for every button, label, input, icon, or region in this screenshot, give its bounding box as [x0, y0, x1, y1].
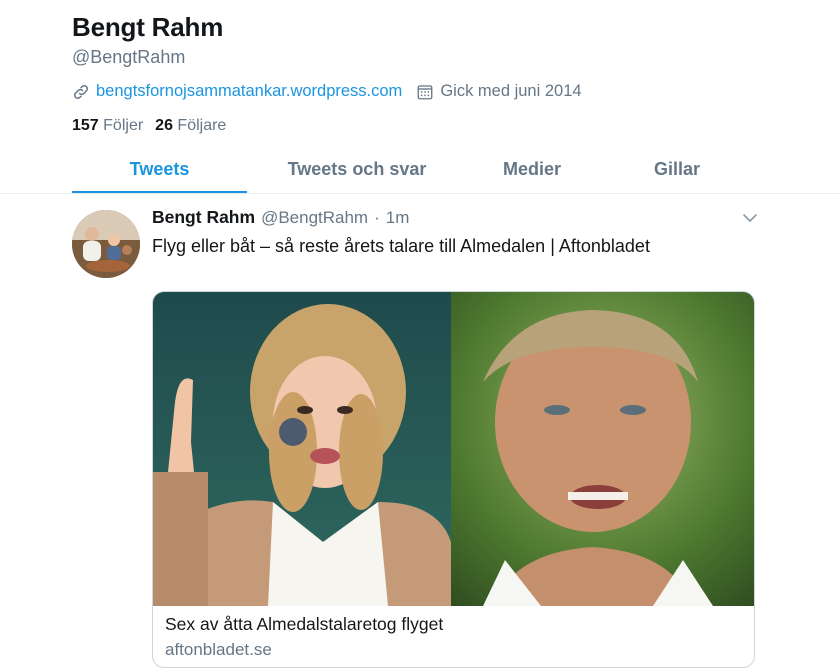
joined-date: Gick med juni 2014 [440, 82, 582, 100]
card-domain: aftonbladet.se [165, 640, 272, 659]
tab-likes[interactable]: Gillar [622, 150, 732, 194]
tweet-author-name[interactable]: Bengt Rahm [152, 207, 255, 228]
tweet-header: Bengt Rahm @BengtRahm · 1m [152, 207, 409, 228]
tab-likes-label: Gillar [653, 159, 701, 179]
profile-tabs: Tweets Tweets och svar Medier Gillar [72, 150, 840, 194]
tweet-text: Flyg eller båt – så reste årets talare t… [152, 236, 650, 256]
tweet-time[interactable]: 1m [386, 208, 410, 228]
calendar-icon [417, 84, 433, 99]
tab-media-label: Medier [502, 159, 562, 179]
followers-count[interactable]: 26 Följare [155, 117, 226, 135]
follow-counts: 157 Följer 26 Följare [72, 117, 226, 135]
link-icon [73, 84, 89, 99]
tweet[interactable]: Bengt Rahm @BengtRahm · 1m Flyg eller bå… [0, 194, 840, 670]
profile-name: Bengt Rahm [72, 12, 224, 42]
tab-tweets-and-replies-label: Tweets och svar [287, 159, 427, 179]
chevron-down-icon[interactable] [742, 212, 758, 224]
tab-tweets-and-replies[interactable]: Tweets och svar [262, 150, 452, 194]
tweet-author-handle[interactable]: @BengtRahm [261, 208, 368, 228]
following-count[interactable]: 157 Följer [72, 117, 143, 135]
link-card[interactable]: Sex av åtta Almedalstalaretog flyget aft… [152, 291, 755, 668]
tab-tweets-label: Tweets [129, 159, 190, 179]
avatar-photo [72, 210, 140, 278]
website-link[interactable]: bengtsfornojsammatankar.wordpress.com [96, 82, 402, 101]
tweet-separator: · [374, 208, 380, 227]
card-text: Sex av åtta Almedalstalaretog flyget aft… [165, 614, 443, 660]
card-image [153, 292, 754, 606]
tab-media[interactable]: Medier [472, 150, 592, 194]
following-number: 157 [72, 117, 99, 134]
tab-tweets[interactable]: Tweets [72, 150, 247, 194]
followers-number: 26 [155, 117, 173, 134]
following-label: Följer [103, 117, 144, 134]
card-title: Sex av åtta Almedalstalaretog flyget [165, 614, 444, 634]
followers-label: Följare [177, 117, 227, 134]
profile-meta: bengtsfornojsammatankar.wordpress.com Gi… [72, 82, 582, 101]
avatar[interactable] [72, 210, 140, 278]
profile-header: Bengt Rahm @BengtRahm [72, 12, 223, 68]
profile-handle: @BengtRahm [72, 47, 186, 67]
